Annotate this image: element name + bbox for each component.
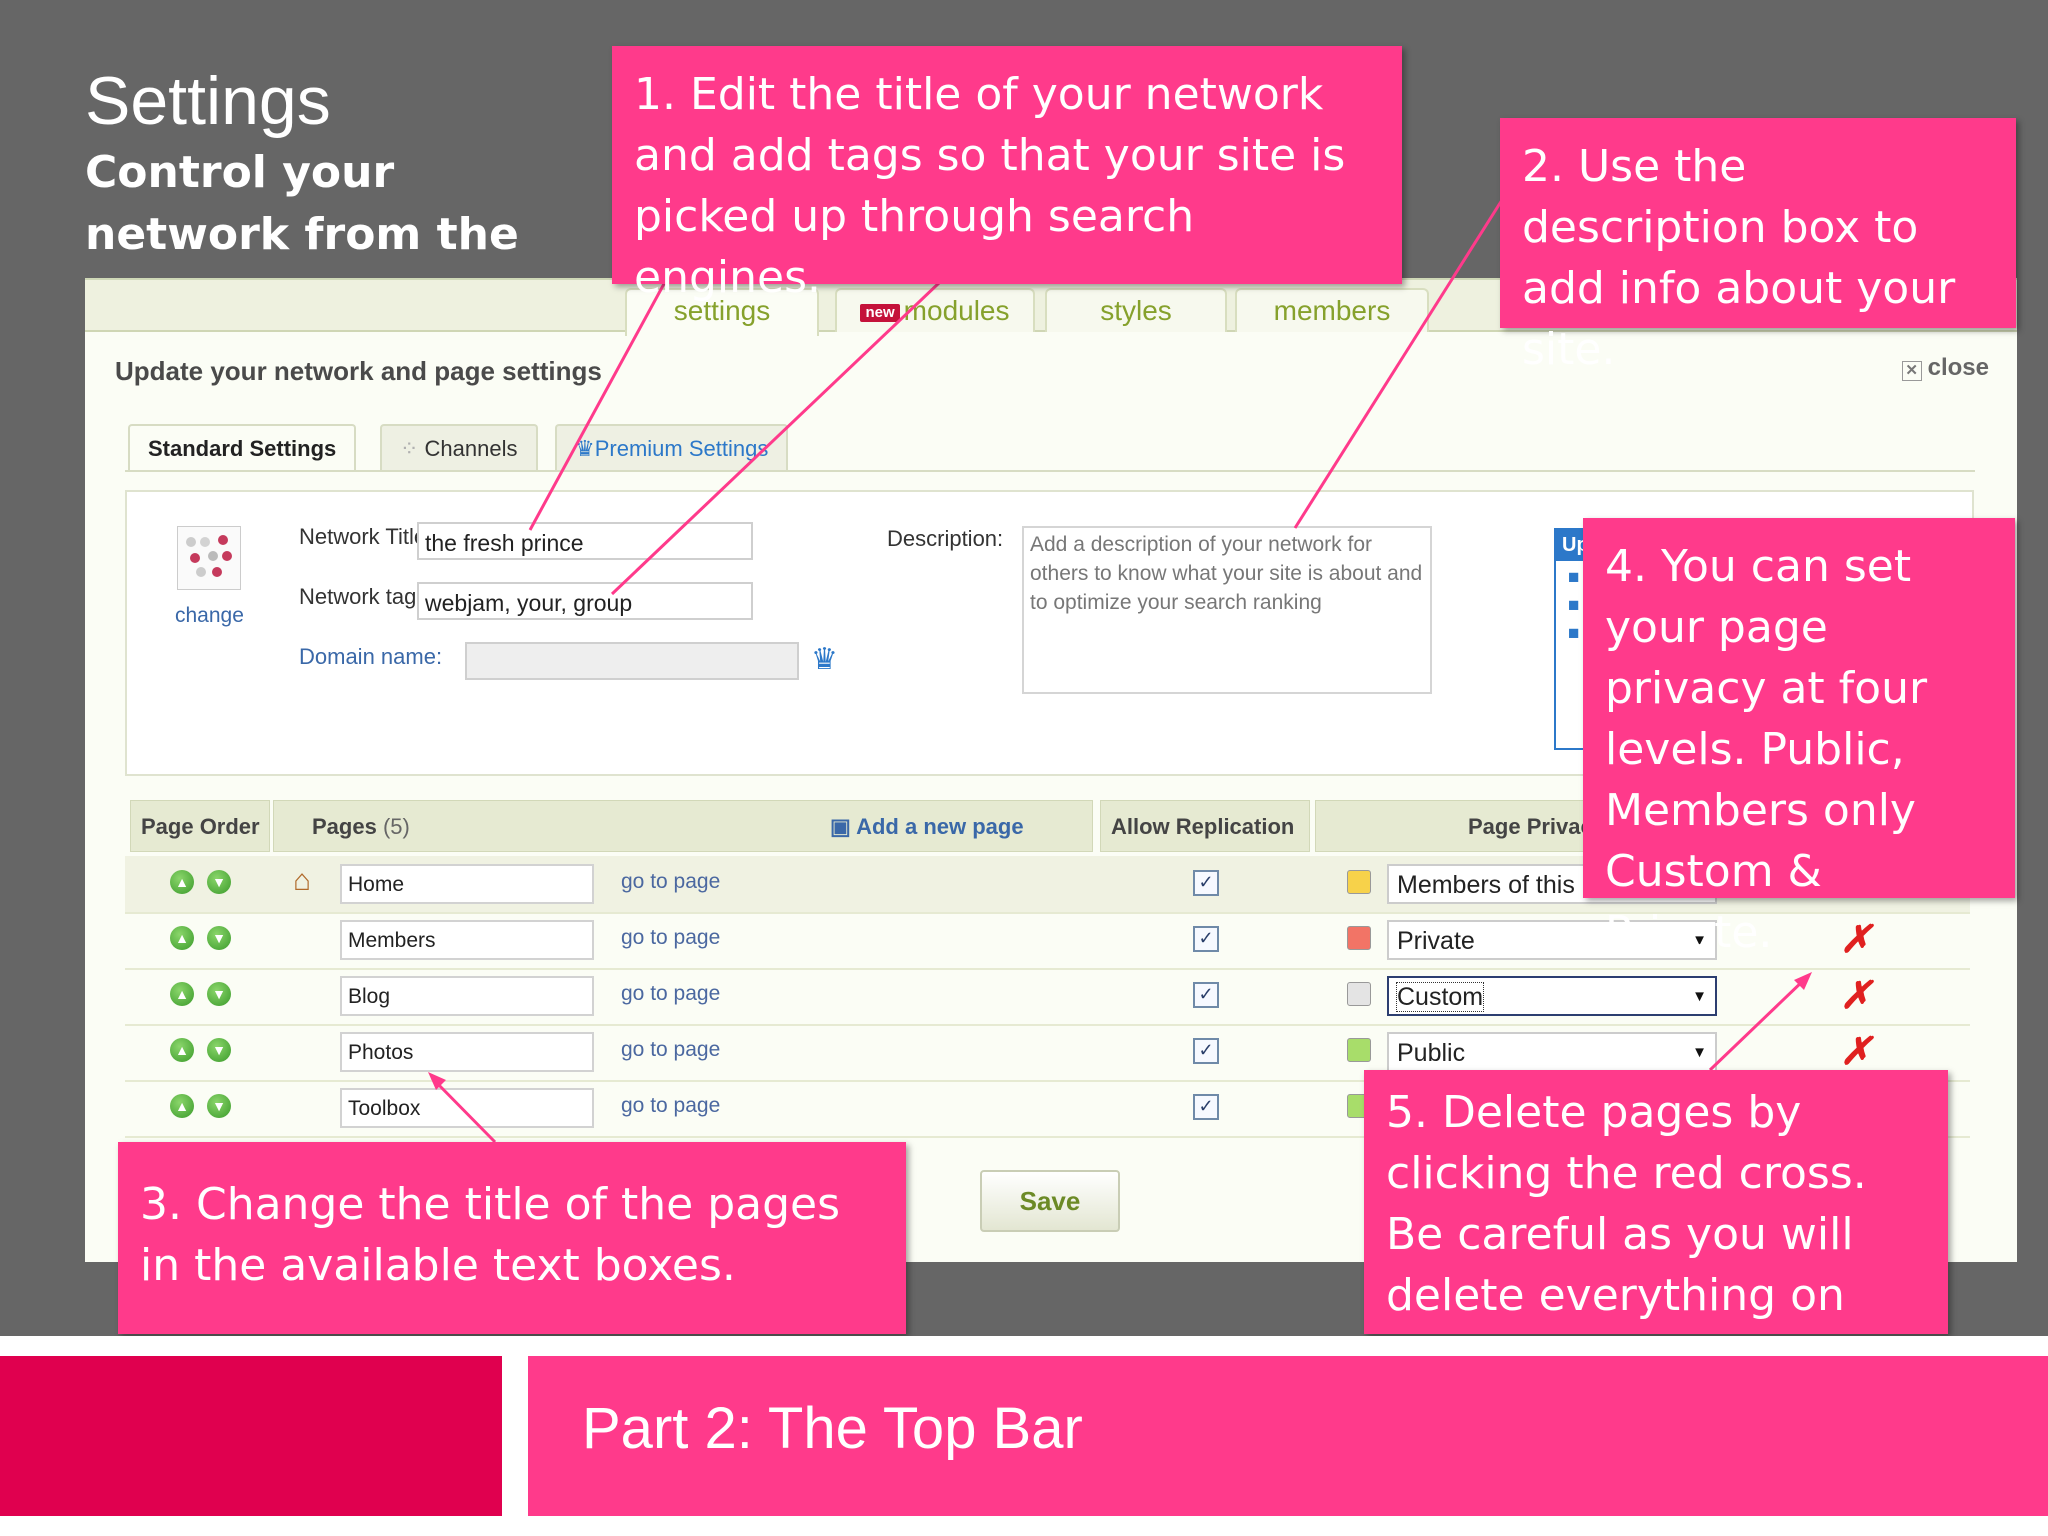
go-to-page-link[interactable]: go to page bbox=[621, 926, 720, 950]
subtab-premium-label: Premium Settings bbox=[594, 436, 769, 461]
description-textarea[interactable]: Add a description of your network for ot… bbox=[1022, 526, 1432, 694]
tab-modules-label: modules bbox=[903, 295, 1010, 326]
network-tags-label: Network tags: bbox=[299, 584, 434, 609]
chevron-down-icon: ▼ bbox=[1692, 1044, 1707, 1061]
pages-count: (5) bbox=[382, 814, 410, 839]
add-page-button[interactable]: ▣ Add a new page bbox=[830, 801, 1024, 853]
channels-icon: ⁘ bbox=[400, 436, 425, 461]
replication-checkbox[interactable]: ✓ bbox=[1193, 926, 1219, 952]
delete-page-icon[interactable]: ✗ bbox=[1840, 972, 1872, 1017]
network-title-label: Network Title: bbox=[299, 524, 433, 549]
page-title-input[interactable]: Toolbox bbox=[340, 1088, 594, 1128]
footer-title: Part 2: The Top Bar bbox=[582, 1396, 1083, 1461]
delete-page-icon[interactable]: ✗ bbox=[1840, 916, 1872, 961]
column-page-order: Page Order bbox=[130, 800, 270, 852]
premium-crown-icon: ♛ bbox=[811, 643, 838, 676]
tab-members[interactable]: members bbox=[1235, 288, 1429, 332]
privacy-select[interactable]: Public ▼ bbox=[1387, 1032, 1717, 1072]
close-button[interactable]: ✕ close bbox=[1901, 354, 1989, 382]
pages-label: Pages bbox=[312, 814, 377, 839]
move-up-icon[interactable]: ▲ bbox=[170, 982, 194, 1006]
change-logo-link[interactable]: change bbox=[175, 604, 244, 628]
column-allow-replication: Allow Replication bbox=[1100, 800, 1310, 852]
callout-delete-pages: 5. Delete pages by clicking the red cros… bbox=[1364, 1070, 1948, 1382]
replication-checkbox[interactable]: ✓ bbox=[1193, 1094, 1219, 1120]
tab-styles[interactable]: styles bbox=[1045, 288, 1227, 332]
subtab-standard-settings[interactable]: Standard Settings bbox=[128, 424, 357, 472]
move-up-icon[interactable]: ▲ bbox=[170, 1038, 194, 1062]
close-label: close bbox=[1927, 354, 1989, 381]
subtab-premium-settings[interactable]: ♛Premium Settings bbox=[555, 424, 789, 472]
callout-page-privacy: 4. You can set your page privacy at four… bbox=[1583, 518, 2015, 958]
privacy-color-swatch bbox=[1347, 870, 1371, 894]
slide-title: Settings bbox=[85, 63, 331, 139]
privacy-color-swatch bbox=[1347, 1038, 1371, 1062]
add-page-icon: ▣ bbox=[830, 814, 851, 839]
domain-name-input[interactable] bbox=[465, 642, 799, 680]
go-to-page-link[interactable]: go to page bbox=[621, 982, 720, 1006]
save-button[interactable]: Save bbox=[980, 1170, 1120, 1232]
page-title-input[interactable]: Photos bbox=[340, 1032, 594, 1072]
move-down-icon[interactable]: ▼ bbox=[207, 1038, 231, 1062]
network-logo bbox=[177, 526, 241, 590]
move-up-icon[interactable]: ▲ bbox=[170, 926, 194, 950]
new-badge: new bbox=[860, 303, 900, 322]
domain-name-label: Domain name: bbox=[299, 644, 443, 669]
page-title-input[interactable]: Blog bbox=[340, 976, 594, 1016]
replication-checkbox[interactable]: ✓ bbox=[1193, 1038, 1219, 1064]
privacy-select[interactable]: Custom ▼ bbox=[1387, 976, 1717, 1016]
chevron-down-icon: ▼ bbox=[1692, 988, 1707, 1005]
callout-description: 2. Use the description box to add info a… bbox=[1500, 118, 2016, 375]
crown-icon: ♛ bbox=[575, 436, 595, 461]
privacy-color-swatch bbox=[1347, 926, 1371, 950]
replication-checkbox[interactable]: ✓ bbox=[1193, 982, 1219, 1008]
go-to-page-link[interactable]: go to page bbox=[621, 1038, 720, 1062]
table-row: ▲ ▼ Blog go to page ✓ Custom ▼ ✗ bbox=[125, 968, 1970, 1026]
move-up-icon[interactable]: ▲ bbox=[170, 870, 194, 894]
subtab-divider bbox=[125, 470, 1975, 472]
home-icon: ⌂ bbox=[293, 864, 312, 897]
network-title-input[interactable]: the fresh prince bbox=[417, 522, 753, 560]
callout-edit-title: 1. Edit the title of your network and ad… bbox=[612, 46, 1402, 303]
network-tags-input[interactable]: webjam, your, group bbox=[417, 582, 753, 620]
callout-page-titles: 3. Change the title of the pages in the … bbox=[118, 1142, 906, 1334]
privacy-color-swatch bbox=[1347, 982, 1371, 1006]
column-pages: Pages (5) ▣ Add a new page bbox=[273, 800, 1093, 852]
subtab-channels-label: Channels bbox=[424, 436, 518, 461]
go-to-page-link[interactable]: go to page bbox=[621, 1094, 720, 1118]
move-down-icon[interactable]: ▼ bbox=[207, 870, 231, 894]
page-title-input[interactable]: Home bbox=[340, 864, 594, 904]
move-up-icon[interactable]: ▲ bbox=[170, 1094, 194, 1118]
add-page-label: Add a new page bbox=[856, 814, 1024, 839]
tab-modules[interactable]: new modules bbox=[835, 288, 1035, 332]
page-title-input[interactable]: Members bbox=[340, 920, 594, 960]
subtab-channels[interactable]: ⁘ Channels bbox=[380, 424, 538, 472]
move-down-icon[interactable]: ▼ bbox=[207, 1094, 231, 1118]
go-to-page-link[interactable]: go to page bbox=[621, 870, 720, 894]
delete-page-icon[interactable]: ✗ bbox=[1840, 1028, 1872, 1073]
move-down-icon[interactable]: ▼ bbox=[207, 982, 231, 1006]
move-down-icon[interactable]: ▼ bbox=[207, 926, 231, 950]
close-icon: ✕ bbox=[1901, 361, 1922, 381]
footer-accent-block bbox=[0, 1356, 502, 1516]
panel-heading: Update your network and page settings bbox=[115, 356, 602, 386]
replication-checkbox[interactable]: ✓ bbox=[1193, 870, 1219, 896]
description-label: Description: bbox=[887, 526, 1004, 551]
